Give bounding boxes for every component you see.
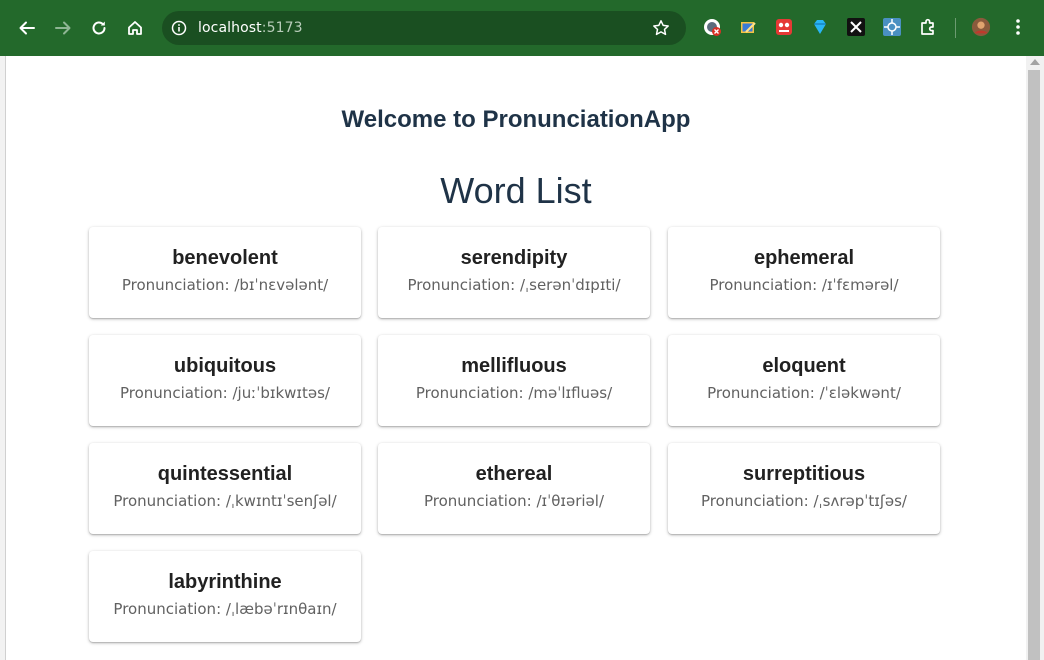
url-host: localhost: [198, 20, 262, 36]
pronunciation-text: Pronunciation: /juːˈbɪkwɪtəs/: [120, 384, 330, 402]
extension-x-icon[interactable]: [846, 17, 866, 37]
forward-button[interactable]: [47, 12, 79, 44]
word-text: ubiquitous: [173, 355, 277, 377]
word-card[interactable]: eloquent Pronunciation: /ˈɛləkwənt/: [668, 335, 940, 426]
word-card[interactable]: ephemeral Pronunciation: /ɪˈfɛmərəl/: [668, 227, 940, 318]
url-port: :5173: [261, 20, 303, 36]
url-text[interactable]: localhost:5173: [198, 20, 303, 36]
extension-red-icon[interactable]: [774, 17, 794, 37]
extension-network-icon[interactable]: [882, 17, 902, 37]
scroll-up-icon[interactable]: [1030, 59, 1040, 65]
page-content: Welcome to PronunciationApp Word List be…: [6, 56, 1026, 660]
word-text: quintessential: [157, 463, 293, 485]
word-card[interactable]: mellifluous Pronunciation: /məˈlɪfluəs/: [378, 335, 650, 426]
word-card[interactable]: surreptitious Pronunciation: /ˌsʌrəpˈtɪʃ…: [668, 443, 940, 534]
kebab-menu-icon[interactable]: [1008, 17, 1028, 37]
vertical-scrollbar[interactable]: [1026, 56, 1044, 660]
pronunciation-text: Pronunciation: /ˌkwɪntɪˈsenʃəl/: [113, 492, 337, 510]
home-icon: [128, 21, 142, 35]
word-text: labyrinthine: [168, 571, 282, 593]
word-text: serendipity: [460, 247, 568, 269]
page-heading: Welcome to PronunciationApp: [341, 106, 691, 133]
word-card[interactable]: benevolent Pronunciation: /bɪˈnɛvələnt/: [89, 227, 361, 318]
word-list-title: Word List: [440, 170, 592, 211]
pronunciation-text: Pronunciation: /ˈɛləkwənt/: [707, 384, 901, 402]
word-card[interactable]: labyrinthine Pronunciation: /ˌlæbəˈrɪnθa…: [89, 551, 361, 642]
puzzle-icon[interactable]: [918, 17, 938, 37]
word-text: ephemeral: [753, 247, 855, 269]
home-button[interactable]: [119, 12, 151, 44]
pronunciation-text: Pronunciation: /məˈlɪfluəs/: [415, 384, 613, 402]
arrow-right-icon: [55, 21, 71, 35]
toolbar-separator: [955, 18, 956, 38]
word-card[interactable]: ethereal Pronunciation: /ɪˈθɪəriəl/: [378, 443, 650, 534]
back-button[interactable]: [11, 12, 43, 44]
profile-avatar[interactable]: [971, 17, 991, 37]
extension-gem-icon[interactable]: [810, 17, 830, 37]
word-text: eloquent: [762, 355, 846, 377]
word-card[interactable]: quintessential Pronunciation: /ˌkwɪntɪˈs…: [89, 443, 361, 534]
word-text: surreptitious: [742, 463, 866, 485]
pronunciation-text: Pronunciation: /ˌserənˈdɪpɪti/: [407, 276, 621, 294]
pronunciation-text: Pronunciation: /ɪˈfɛmərəl/: [709, 276, 899, 294]
pronunciation-text: Pronunciation: /bɪˈnɛvələnt/: [121, 276, 329, 294]
word-card[interactable]: ubiquitous Pronunciation: /juːˈbɪkwɪtəs/: [89, 335, 361, 426]
reload-icon: [92, 21, 106, 35]
address-bar[interactable]: localhost:5173: [162, 11, 686, 45]
word-text: ethereal: [475, 463, 553, 485]
info-icon[interactable]: [171, 20, 187, 36]
word-card[interactable]: serendipity Pronunciation: /ˌserənˈdɪpɪt…: [378, 227, 650, 318]
pronunciation-text: Pronunciation: /ˌlæbəˈrɪnθaɪn/: [113, 600, 337, 618]
extension-notes-icon[interactable]: [738, 17, 758, 37]
extension-blocker-icon[interactable]: [702, 17, 722, 37]
browser-toolbar: localhost:5173: [0, 0, 1044, 56]
word-text: benevolent: [172, 247, 278, 269]
star-icon[interactable]: [652, 19, 670, 37]
pronunciation-text: Pronunciation: /ˌsʌrəpˈtɪʃəs/: [701, 492, 907, 510]
word-text: mellifluous: [461, 355, 567, 377]
reload-button[interactable]: [83, 12, 115, 44]
arrow-left-icon: [19, 21, 35, 35]
pronunciation-text: Pronunciation: /ɪˈθɪəriəl/: [424, 492, 604, 510]
scrollbar-thumb[interactable]: [1028, 70, 1040, 660]
